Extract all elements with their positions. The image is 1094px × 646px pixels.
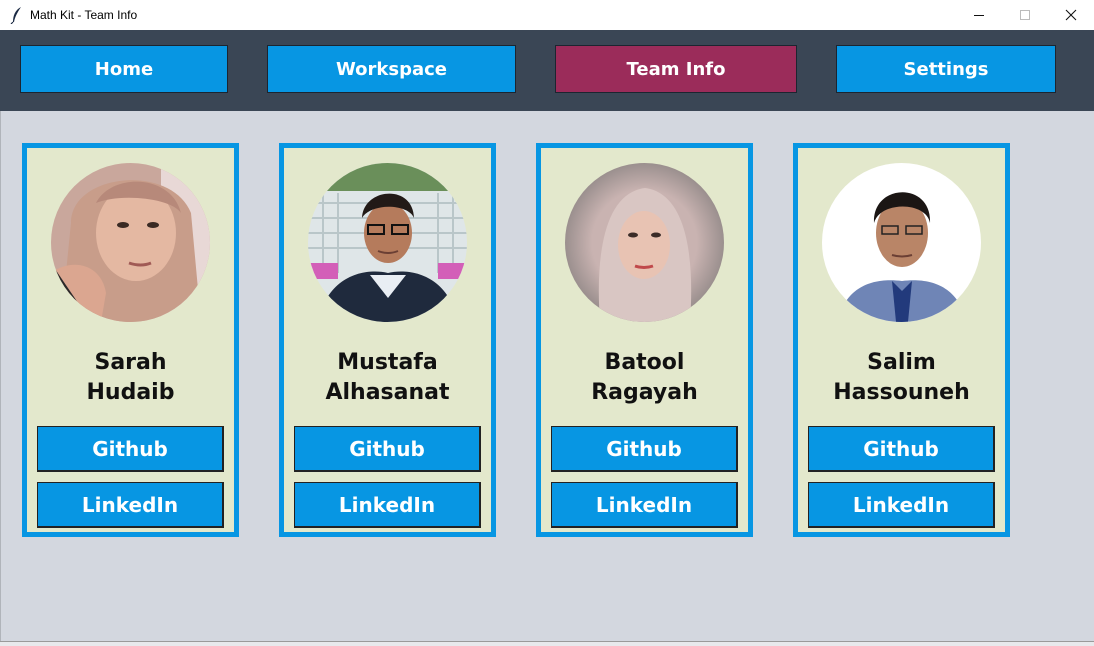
member-name: Batool Ragayah	[541, 348, 748, 408]
member-name: Salim Hassouneh	[798, 348, 1005, 408]
window-title: Math Kit - Team Info	[30, 8, 138, 22]
avatar	[308, 163, 467, 322]
github-button[interactable]: Github	[37, 426, 224, 472]
member-first-name: Mustafa	[337, 350, 438, 375]
avatar	[822, 163, 981, 322]
team-panel: Sarah Hudaib Github LinkedIn Mustafa Alh…	[0, 111, 1094, 646]
minimize-button[interactable]	[956, 0, 1002, 30]
member-name: Mustafa Alhasanat	[284, 348, 491, 408]
avatar	[565, 163, 724, 322]
member-name: Sarah Hudaib	[27, 348, 234, 408]
member-last-name: Hassouneh	[833, 380, 970, 405]
maximize-button[interactable]	[1002, 0, 1048, 30]
team-card: Batool Ragayah Github LinkedIn	[536, 143, 753, 537]
member-first-name: Sarah	[94, 350, 167, 375]
github-button[interactable]: Github	[551, 426, 738, 472]
window-bottom-border	[0, 641, 1094, 646]
nav-team-info-button[interactable]: Team Info	[555, 45, 797, 93]
linkedin-button[interactable]: LinkedIn	[551, 482, 738, 528]
team-card: Salim Hassouneh Github LinkedIn	[793, 143, 1010, 537]
feather-icon	[10, 7, 21, 24]
title-bar: Math Kit - Team Info	[0, 0, 1094, 30]
linkedin-button[interactable]: LinkedIn	[37, 482, 224, 528]
member-last-name: Hudaib	[86, 380, 175, 405]
linkedin-button[interactable]: LinkedIn	[808, 482, 995, 528]
nav-workspace-button[interactable]: Workspace	[267, 45, 516, 93]
maximize-icon	[1020, 10, 1030, 20]
close-icon	[1065, 9, 1077, 21]
linkedin-button[interactable]: LinkedIn	[294, 482, 481, 528]
member-first-name: Salim	[867, 350, 936, 375]
team-card: Mustafa Alhasanat Github LinkedIn	[279, 143, 496, 537]
team-card: Sarah Hudaib Github LinkedIn	[22, 143, 239, 537]
member-first-name: Batool	[604, 350, 685, 375]
github-button[interactable]: Github	[808, 426, 995, 472]
member-last-name: Alhasanat	[325, 380, 450, 405]
nav-settings-button[interactable]: Settings	[836, 45, 1056, 93]
github-button[interactable]: Github	[294, 426, 481, 472]
member-last-name: Ragayah	[591, 380, 698, 405]
avatar	[51, 163, 210, 322]
nav-bar: Home Workspace Team Info Settings	[0, 30, 1094, 111]
nav-home-button[interactable]: Home	[20, 45, 228, 93]
minimize-icon	[974, 15, 984, 16]
close-button[interactable]	[1048, 0, 1094, 30]
